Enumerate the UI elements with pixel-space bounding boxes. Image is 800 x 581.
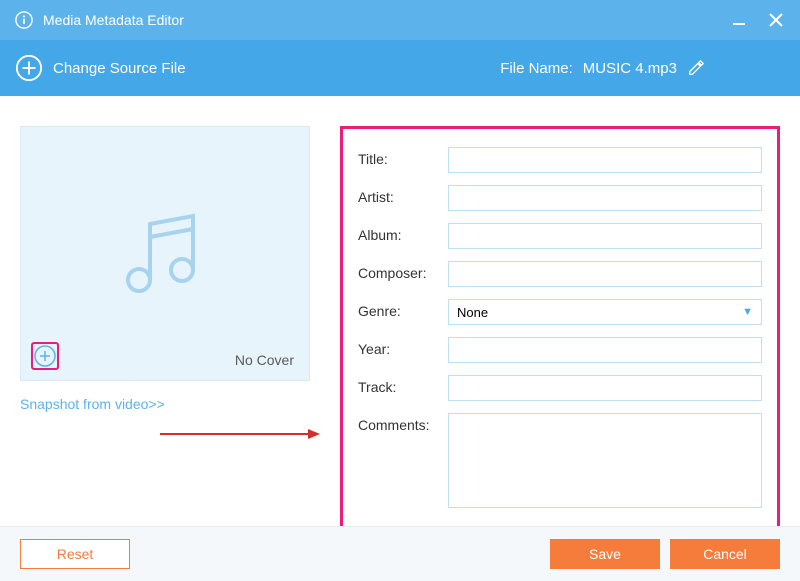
file-name-label: File Name: <box>500 60 573 77</box>
album-label: Album: <box>358 223 448 243</box>
genre-select[interactable]: None ▼ <box>448 299 762 325</box>
footer: Reset Save Cancel <box>0 526 800 581</box>
music-note-icon <box>115 204 215 304</box>
title-input[interactable] <box>448 147 762 173</box>
cover-preview: No Cover <box>20 126 310 381</box>
window-title: Media Metadata Editor <box>43 12 184 28</box>
edit-icon[interactable] <box>687 59 705 77</box>
comments-label: Comments: <box>358 413 448 433</box>
year-input[interactable] <box>448 337 762 363</box>
comments-textarea[interactable] <box>448 413 762 508</box>
plus-icon <box>33 344 57 368</box>
reset-button[interactable]: Reset <box>20 539 130 569</box>
genre-selected-value: None <box>457 305 488 320</box>
chevron-down-icon: ▼ <box>742 306 753 318</box>
add-cover-button[interactable] <box>31 342 59 370</box>
artist-label: Artist: <box>358 185 448 205</box>
change-source-label: Change Source File <box>53 60 186 77</box>
snapshot-link[interactable]: Snapshot from video>> <box>20 396 310 412</box>
album-input[interactable] <box>448 223 762 249</box>
track-input[interactable] <box>448 375 762 401</box>
year-label: Year: <box>358 337 448 357</box>
toolbar: Change Source File File Name: MUSIC 4.mp… <box>0 40 800 96</box>
titlebar: Media Metadata Editor <box>0 0 800 40</box>
composer-label: Composer: <box>358 261 448 281</box>
change-source-button[interactable]: Change Source File <box>15 54 186 82</box>
artist-input[interactable] <box>448 185 762 211</box>
metadata-form: Title: Artist: Album: Composer: Genre: N… <box>340 126 780 541</box>
info-icon <box>15 11 33 29</box>
minimize-button[interactable] <box>731 11 747 29</box>
composer-input[interactable] <box>448 261 762 287</box>
save-button[interactable]: Save <box>550 539 660 569</box>
cancel-button[interactable]: Cancel <box>670 539 780 569</box>
close-button[interactable] <box>767 11 785 29</box>
track-label: Track: <box>358 375 448 395</box>
arrow-right-annotation <box>160 428 320 440</box>
genre-label: Genre: <box>358 299 448 319</box>
no-cover-label: No Cover <box>235 352 294 368</box>
file-name-value: MUSIC 4.mp3 <box>583 60 677 77</box>
plus-circle-icon <box>15 54 43 82</box>
cover-column: No Cover Snapshot from video>> <box>20 126 310 541</box>
title-label: Title: <box>358 147 448 167</box>
content-area: No Cover Snapshot from video>> Title: Ar… <box>0 96 800 541</box>
